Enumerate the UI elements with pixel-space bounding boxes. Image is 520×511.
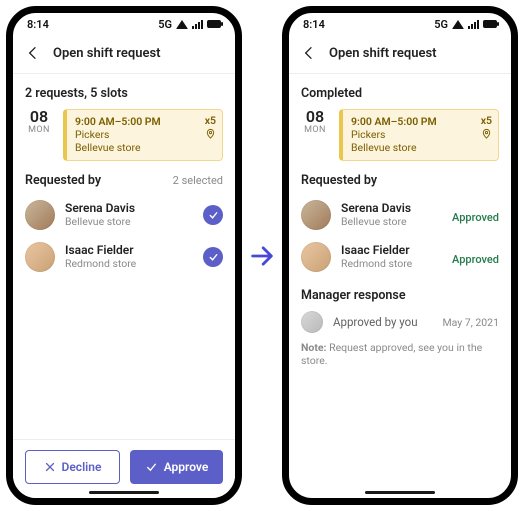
battery-icon bbox=[483, 20, 497, 28]
action-footer: Decline Approve bbox=[13, 439, 235, 498]
signal-icon bbox=[468, 19, 479, 29]
check-icon bbox=[145, 461, 158, 474]
manager-row: Approved by you May 7, 2021 bbox=[301, 307, 499, 335]
shift-card[interactable]: 9:00 AM–5:00 PM Pickers Bellevue store x… bbox=[339, 109, 499, 161]
person-row[interactable]: Isaac Fielder Redmond store bbox=[25, 236, 223, 278]
summary-text: Completed bbox=[301, 86, 499, 101]
content-area: Completed 08 MON 9:00 AM–5:00 PM Pickers… bbox=[289, 74, 511, 498]
app-bar: Open shift request bbox=[13, 35, 235, 74]
status-network: 5G bbox=[158, 18, 172, 31]
wifi-icon bbox=[452, 20, 464, 29]
app-bar: Open shift request bbox=[289, 35, 511, 74]
status-bar: 8:14 5G bbox=[289, 13, 511, 35]
manager-text: Approved by you bbox=[333, 315, 432, 329]
signal-icon bbox=[192, 19, 203, 29]
requested-by-header: Requested by 2 selected bbox=[25, 173, 223, 188]
shift-row: 08 MON 9:00 AM–5:00 PM Pickers Bellevue … bbox=[25, 109, 223, 161]
person-row[interactable]: Isaac Fielder Redmond store Approved bbox=[301, 236, 499, 278]
shift-slots: x5 bbox=[205, 114, 216, 127]
person-name: Serena Davis bbox=[341, 202, 442, 216]
selected-checkbox[interactable] bbox=[203, 247, 223, 267]
selected-checkbox[interactable] bbox=[203, 205, 223, 225]
avatar bbox=[301, 311, 323, 333]
person-name: Serena Davis bbox=[65, 202, 193, 216]
requested-by-title: Requested by bbox=[301, 173, 377, 188]
avatar bbox=[301, 242, 331, 272]
status-bar: 8:14 5G bbox=[13, 13, 235, 35]
shift-time: 9:00 AM–5:00 PM bbox=[351, 115, 490, 128]
arrow-left-icon bbox=[301, 45, 317, 61]
arrow-right-icon bbox=[248, 242, 276, 270]
date-column: 08 MON bbox=[301, 109, 329, 161]
status-time: 8:14 bbox=[303, 18, 325, 31]
page-title: Open shift request bbox=[329, 46, 437, 61]
transition-arrow bbox=[248, 242, 276, 270]
manager-date: May 7, 2021 bbox=[442, 316, 499, 329]
battery-icon bbox=[207, 20, 221, 28]
manager-note: Note: Request approved, see you in the s… bbox=[301, 341, 499, 367]
phone-left: 8:14 5G Open shift request 2 requests, 5… bbox=[6, 6, 242, 505]
back-button[interactable] bbox=[299, 43, 319, 63]
date-dow: MON bbox=[25, 125, 53, 135]
date-day: 08 bbox=[25, 109, 53, 125]
status-network: 5G bbox=[434, 18, 448, 31]
status-approved: Approved bbox=[452, 211, 499, 224]
home-indicator bbox=[89, 491, 159, 494]
person-name: Isaac Fielder bbox=[65, 244, 193, 258]
shift-store: Bellevue store bbox=[75, 141, 214, 154]
summary-text: 2 requests, 5 slots bbox=[25, 86, 223, 101]
decline-label: Decline bbox=[62, 460, 102, 474]
comparison-stage: 8:14 5G Open shift request 2 requests, 5… bbox=[0, 0, 520, 511]
person-sub: Redmond store bbox=[341, 258, 442, 271]
shift-role: Pickers bbox=[75, 128, 214, 141]
location-pin-icon bbox=[481, 128, 492, 139]
location-pin-icon bbox=[205, 128, 216, 139]
approve-label: Approve bbox=[164, 460, 209, 474]
shift-time: 9:00 AM–5:00 PM bbox=[75, 115, 214, 128]
status-time: 8:14 bbox=[27, 18, 49, 31]
back-button[interactable] bbox=[23, 43, 43, 63]
wifi-icon bbox=[176, 20, 188, 29]
selected-count: 2 selected bbox=[173, 174, 223, 187]
date-column: 08 MON bbox=[25, 109, 53, 161]
decline-button[interactable]: Decline bbox=[25, 450, 120, 484]
status-approved: Approved bbox=[452, 253, 499, 266]
avatar bbox=[301, 200, 331, 230]
avatar bbox=[25, 200, 55, 230]
home-indicator bbox=[365, 491, 435, 494]
shift-card[interactable]: 9:00 AM–5:00 PM Pickers Bellevue store x… bbox=[63, 109, 223, 161]
person-sub: Bellevue store bbox=[65, 216, 193, 229]
person-row[interactable]: Serena Davis Bellevue store bbox=[25, 194, 223, 236]
content-area: 2 requests, 5 slots 08 MON 9:00 AM–5:00 … bbox=[13, 74, 235, 498]
shift-store: Bellevue store bbox=[351, 141, 490, 154]
arrow-left-icon bbox=[25, 45, 41, 61]
person-name: Isaac Fielder bbox=[341, 244, 442, 258]
check-icon bbox=[208, 252, 219, 263]
date-day: 08 bbox=[301, 109, 329, 125]
avatar bbox=[25, 242, 55, 272]
person-sub: Bellevue store bbox=[341, 216, 442, 229]
requested-by-title: Requested by bbox=[25, 173, 101, 188]
date-dow: MON bbox=[301, 125, 329, 135]
note-text: Request approved, see you in the store. bbox=[301, 341, 482, 367]
approve-button[interactable]: Approve bbox=[130, 450, 223, 484]
shift-row: 08 MON 9:00 AM–5:00 PM Pickers Bellevue … bbox=[301, 109, 499, 161]
person-row[interactable]: Serena Davis Bellevue store Approved bbox=[301, 194, 499, 236]
phone-right: 8:14 5G Open shift request Completed 08 … bbox=[282, 6, 518, 505]
shift-slots: x5 bbox=[481, 114, 492, 127]
note-label: Note: bbox=[301, 341, 327, 354]
check-icon bbox=[208, 210, 219, 221]
person-sub: Redmond store bbox=[65, 258, 193, 271]
shift-role: Pickers bbox=[351, 128, 490, 141]
page-title: Open shift request bbox=[53, 46, 161, 61]
x-icon bbox=[44, 461, 56, 473]
manager-response-title: Manager response bbox=[301, 288, 499, 303]
requested-by-header: Requested by bbox=[301, 173, 499, 188]
